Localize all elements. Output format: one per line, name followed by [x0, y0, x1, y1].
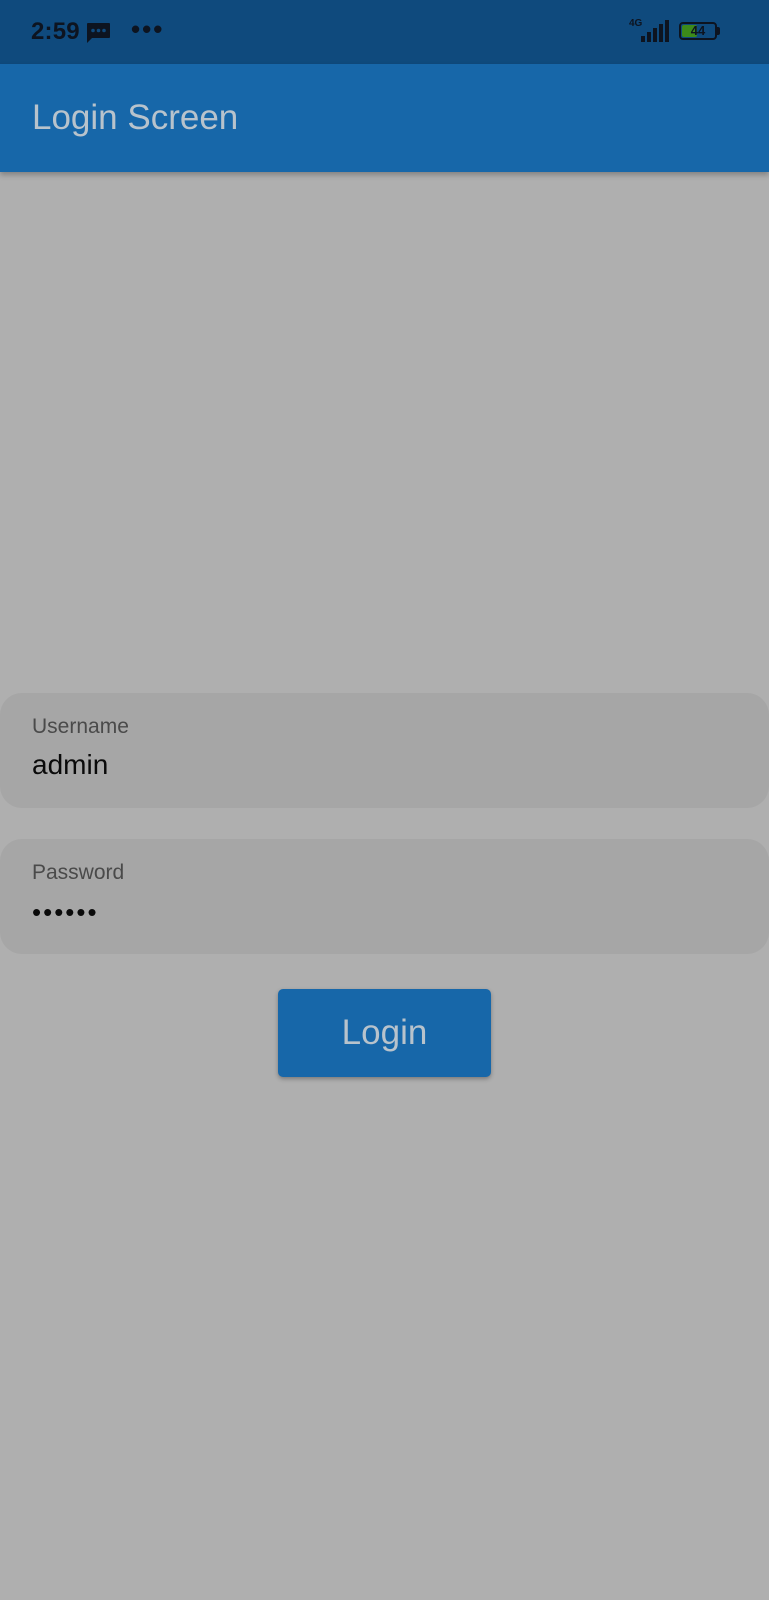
username-field[interactable]: Username admin	[0, 693, 769, 808]
password-field[interactable]: Password ••••••	[0, 839, 769, 954]
app-bar: Login Screen	[0, 64, 769, 172]
password-input-value[interactable]: ••••••	[32, 897, 99, 928]
status-bar: 2:59 ••• 4G 44	[0, 0, 769, 64]
signal-icon	[641, 20, 669, 44]
battery-icon: 44	[679, 22, 723, 44]
password-label: Password	[32, 861, 125, 884]
more-notifications-icon: •••	[131, 14, 165, 44]
page-title: Login Screen	[32, 98, 239, 137]
login-button[interactable]: Login	[278, 989, 491, 1077]
battery-level: 44	[690, 23, 706, 38]
username-label: Username	[32, 715, 129, 738]
message-icon	[85, 22, 111, 44]
status-time: 2:59	[31, 18, 80, 45]
username-input-value[interactable]: admin	[32, 749, 108, 781]
